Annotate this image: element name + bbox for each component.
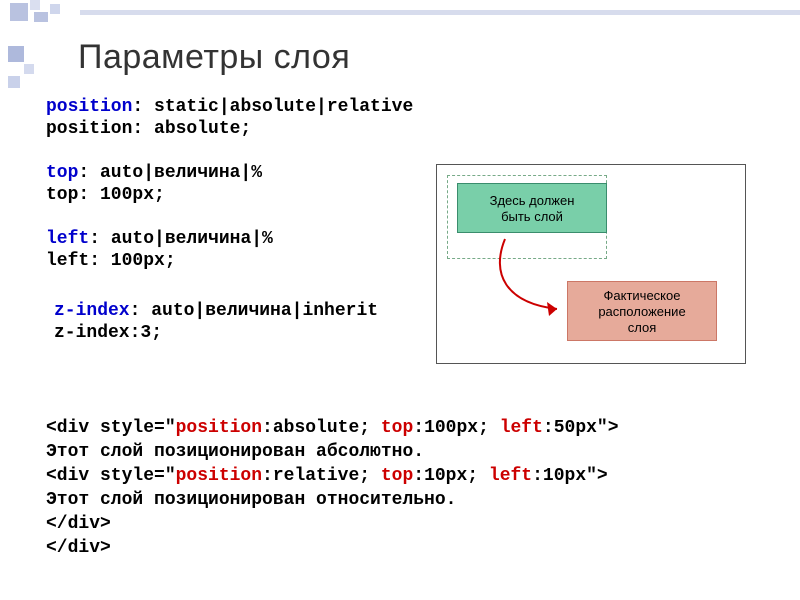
diagram-actual-layer: Фактическоерасположениеслоя — [567, 281, 717, 341]
slide-decoration-side — [24, 64, 34, 74]
arrow-icon — [485, 233, 585, 333]
html-example-line-1: <div style="position:absolute; top:100px… — [46, 416, 619, 440]
css-rule-position-syntax: position: static|absolute|relative — [46, 96, 413, 118]
diagram-expected-layer: Здесь долженбыть слой — [457, 183, 607, 233]
html-example-line-5: </div> — [46, 512, 111, 536]
css-rule-left-syntax: left: auto|величина|% — [46, 228, 273, 250]
html-example-line-2: Этот слой позиционирован абсолютно. — [46, 440, 424, 464]
html-example-line-4: Этот слой позиционирован относительно. — [46, 488, 456, 512]
css-rule-top-example: top: 100px; — [46, 184, 165, 206]
html-example-line-6: </div> — [46, 536, 111, 560]
slide-decoration-side — [8, 46, 24, 62]
css-rule-position-example: position: absolute; — [46, 118, 251, 140]
slide-decoration — [0, 0, 800, 24]
css-rule-left-example: left: 100px; — [46, 250, 176, 272]
css-rule-zindex-example: z-index:3; — [54, 322, 162, 344]
positioning-diagram: Здесь долженбыть слой Фактическоерасполо… — [436, 164, 746, 364]
css-rule-zindex-syntax: z-index: auto|величина|inherit — [54, 300, 378, 322]
css-rule-top-syntax: top: auto|величина|% — [46, 162, 262, 184]
slide-decoration-side — [8, 76, 20, 88]
slide-title: Параметры слоя — [78, 38, 350, 77]
html-example-line-3: <div style="position:relative; top:10px;… — [46, 464, 608, 488]
